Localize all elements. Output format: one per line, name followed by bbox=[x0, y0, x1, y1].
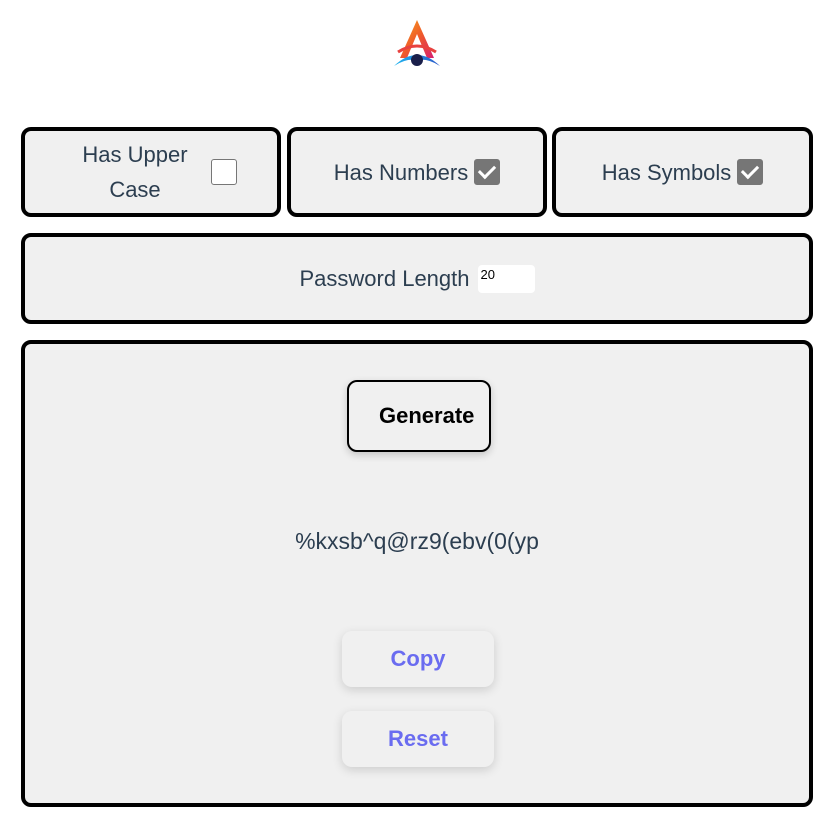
upper-case-label: Has Upper Case bbox=[82, 142, 188, 202]
generate-button[interactable]: Generate bbox=[347, 380, 491, 452]
numbers-checkbox[interactable] bbox=[474, 159, 501, 185]
password-length-label: Password Length bbox=[299, 265, 470, 291]
numbers-label: Has Numbers bbox=[333, 159, 469, 185]
upper-case-option-card: Has Upper Case bbox=[21, 127, 281, 217]
password-generator-page: Has Upper Case Has Numbers Has Symbols P… bbox=[0, 0, 831, 824]
symbols-option-card: Has Symbols bbox=[552, 127, 813, 217]
reset-button[interactable]: Reset bbox=[342, 711, 494, 767]
password-length-card: Password Length bbox=[21, 233, 813, 324]
symbols-checkbox[interactable] bbox=[737, 159, 764, 185]
generator-panel: Generate %kxsb^q@rz9(ebv(0(yp Copy Reset bbox=[21, 340, 813, 807]
upper-case-checkbox[interactable] bbox=[211, 159, 237, 185]
generated-password: %kxsb^q@rz9(ebv(0(yp bbox=[295, 528, 539, 554]
symbols-label: Has Symbols bbox=[601, 159, 732, 185]
password-length-input[interactable] bbox=[477, 264, 535, 293]
numbers-option-card: Has Numbers bbox=[287, 127, 547, 217]
app-logo-icon bbox=[394, 20, 440, 66]
copy-button[interactable]: Copy bbox=[342, 631, 494, 687]
